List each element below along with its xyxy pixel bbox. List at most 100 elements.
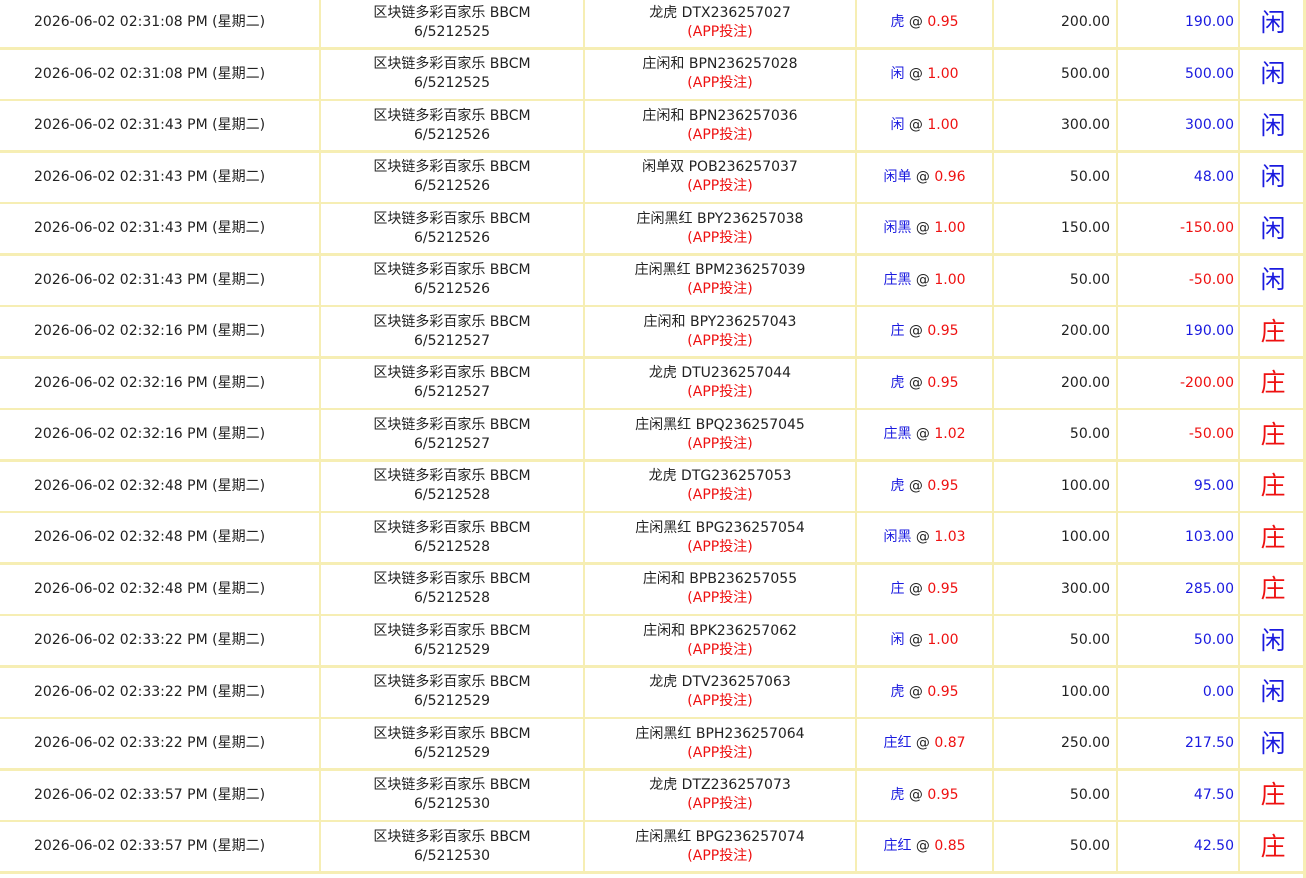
pick-cell: 虎 @ 0.95 [857, 770, 994, 820]
result-label: 闲 [1260, 7, 1286, 37]
pick-odds: 0.95 [927, 323, 959, 339]
table-row: 2026-06-02 02:33:22 PM (星期二) 区块链多彩百家乐 BBC… [0, 616, 1306, 668]
pick-odds: 0.87 [934, 735, 966, 751]
amount-cell: 300.00 [994, 564, 1118, 614]
at-symbol: @ [911, 735, 935, 751]
bet-amount: 100.00 [1061, 529, 1110, 545]
result-label: 庄 [1260, 471, 1286, 500]
round-number: 6/5212529 [414, 641, 490, 658]
pick-odds: 1.03 [934, 529, 966, 545]
bet-type-cell: 庄闲黑红 BPG236257074 (APP投注) [585, 822, 857, 871]
pick-odds: 1.00 [934, 271, 966, 288]
round-number: 6/5212530 [414, 796, 490, 812]
bet-amount: 50.00 [1069, 786, 1110, 803]
game-name: 区块链多彩百家乐 BBCM [373, 56, 531, 72]
amount-cell: 50.00 [994, 152, 1118, 202]
game-cell: 区块链多彩百家乐 BBCM 6/5212526 [321, 204, 585, 253]
table-row: 2026-06-02 02:31:08 PM (星期二) 区块链多彩百家乐 BBC… [0, 0, 1306, 50]
bet-type-cell: 庄闲黑红 BPM236257039 (APP投注) [585, 255, 857, 305]
result-cell: 庄 [1240, 410, 1306, 459]
bet-type: 龙虎 DTZ236257073 [649, 777, 791, 793]
bet-time: 2026-06-02 02:31:43 PM (星期二) [34, 220, 266, 236]
win-loss-cell: 500.00 [1118, 49, 1240, 99]
amount-cell: 200.00 [994, 0, 1118, 47]
at-symbol: @ [904, 580, 928, 597]
bet-type: 龙虎 DTG236257053 [648, 468, 792, 484]
win-loss-cell: 285.00 [1118, 564, 1240, 614]
table-row: 2026-06-02 02:32:48 PM (星期二) 区块链多彩百家乐 BBC… [0, 461, 1306, 514]
game-cell: 区块链多彩百家乐 BBCM 6/5212529 [321, 667, 585, 717]
win-loss-amount: 50.00 [1193, 632, 1234, 648]
pick-odds: 1.00 [927, 117, 959, 133]
bet-time: 2026-06-02 02:33:22 PM (星期二) [34, 683, 266, 700]
pick-odds: 1.02 [934, 426, 966, 442]
amount-cell: 100.00 [994, 667, 1118, 717]
result-cell: 闲 [1240, 719, 1306, 768]
pick-side: 闲 [890, 632, 905, 648]
win-loss-amount: 500.00 [1185, 65, 1234, 82]
bet-time: 2026-06-02 02:33:22 PM (星期二) [34, 632, 266, 648]
pick-odds: 0.95 [927, 477, 959, 494]
pick-odds: 0.96 [934, 168, 966, 185]
result-cell: 闲 [1240, 256, 1306, 305]
bet-type-cell: 龙虎 DTZ236257073 (APP投注) [585, 770, 857, 820]
amount-cell: 50.00 [994, 410, 1118, 459]
win-loss-amount: 47.50 [1193, 786, 1234, 803]
result-label: 庄 [1260, 574, 1286, 603]
bet-time-cell: 2026-06-02 02:32:48 PM (星期二) [0, 513, 321, 562]
bet-amount: 150.00 [1061, 220, 1110, 236]
bet-amount: 100.00 [1061, 683, 1110, 700]
pick-side: 闲 [890, 117, 905, 133]
bet-type-cell: 庄闲黑红 BPQ236257045 (APP投注) [585, 410, 857, 459]
game-name: 区块链多彩百家乐 BBCM [373, 468, 531, 484]
amount-cell: 100.00 [994, 513, 1118, 562]
pick-cell: 虎 @ 0.95 [857, 0, 994, 47]
pick-side: 闲单 [883, 168, 912, 185]
bet-source: (APP投注) [687, 281, 753, 297]
pick-side: 庄红 [883, 838, 912, 854]
amount-cell: 150.00 [994, 204, 1118, 253]
amount-cell: 100.00 [994, 461, 1118, 511]
bet-time-cell: 2026-06-02 02:31:43 PM (星期二) [0, 152, 321, 202]
win-loss-cell: 42.50 [1118, 822, 1240, 871]
result-label: 闲 [1260, 59, 1286, 88]
bet-type-cell: 庄闲和 BPB236257055 (APP投注) [585, 564, 857, 614]
result-label: 闲 [1260, 265, 1286, 294]
result-cell: 庄 [1240, 307, 1306, 356]
at-symbol: @ [911, 220, 935, 236]
pick-cell: 庄红 @ 0.85 [857, 822, 994, 871]
bet-amount: 50.00 [1069, 168, 1110, 185]
game-cell: 区块链多彩百家乐 BBCM 6/5212528 [321, 564, 585, 614]
bet-type-cell: 庄闲和 BPN236257028 (APP投注) [585, 49, 857, 99]
result-cell: 庄 [1240, 359, 1306, 408]
game-cell: 区块链多彩百家乐 BBCM 6/5212525 [321, 49, 585, 99]
bet-time: 2026-06-02 02:31:08 PM (星期二) [34, 14, 266, 30]
win-loss-cell: 190.00 [1118, 307, 1240, 356]
result-label: 庄 [1260, 368, 1286, 397]
bet-type-cell: 庄闲和 BPY236257043 (APP投注) [585, 307, 857, 356]
win-loss-amount: 0.00 [1202, 683, 1234, 700]
pick-odds: 0.95 [927, 374, 959, 391]
result-label: 庄 [1260, 419, 1286, 449]
win-loss-amount: 48.00 [1193, 168, 1234, 185]
at-symbol: @ [904, 374, 928, 391]
bet-time-cell: 2026-06-02 02:33:57 PM (星期二) [0, 770, 321, 820]
at-symbol: @ [904, 117, 928, 133]
bet-time: 2026-06-02 02:33:22 PM (星期二) [34, 735, 266, 751]
win-loss-cell: 300.00 [1118, 101, 1240, 150]
pick-side: 庄 [890, 580, 905, 597]
result-cell: 庄 [1240, 565, 1306, 614]
bet-time: 2026-06-02 02:33:57 PM (星期二) [34, 838, 266, 854]
at-symbol: @ [911, 426, 935, 442]
pick-side: 庄 [890, 323, 905, 339]
win-loss-amount: -50.00 [1188, 271, 1234, 288]
bet-type: 闲单双 POB236257037 [642, 159, 798, 175]
result-label: 闲 [1260, 213, 1286, 243]
table-row: 2026-06-02 02:32:16 PM (星期二) 区块链多彩百家乐 BBC… [0, 307, 1306, 359]
win-loss-amount: 300.00 [1185, 117, 1234, 133]
bet-type: 庄闲黑红 BPY236257038 [636, 210, 804, 227]
game-name: 区块链多彩百家乐 BBCM [373, 365, 531, 381]
win-loss-cell: -150.00 [1118, 204, 1240, 253]
game-name: 区块链多彩百家乐 BBCM [373, 4, 531, 21]
amount-cell: 500.00 [994, 49, 1118, 99]
